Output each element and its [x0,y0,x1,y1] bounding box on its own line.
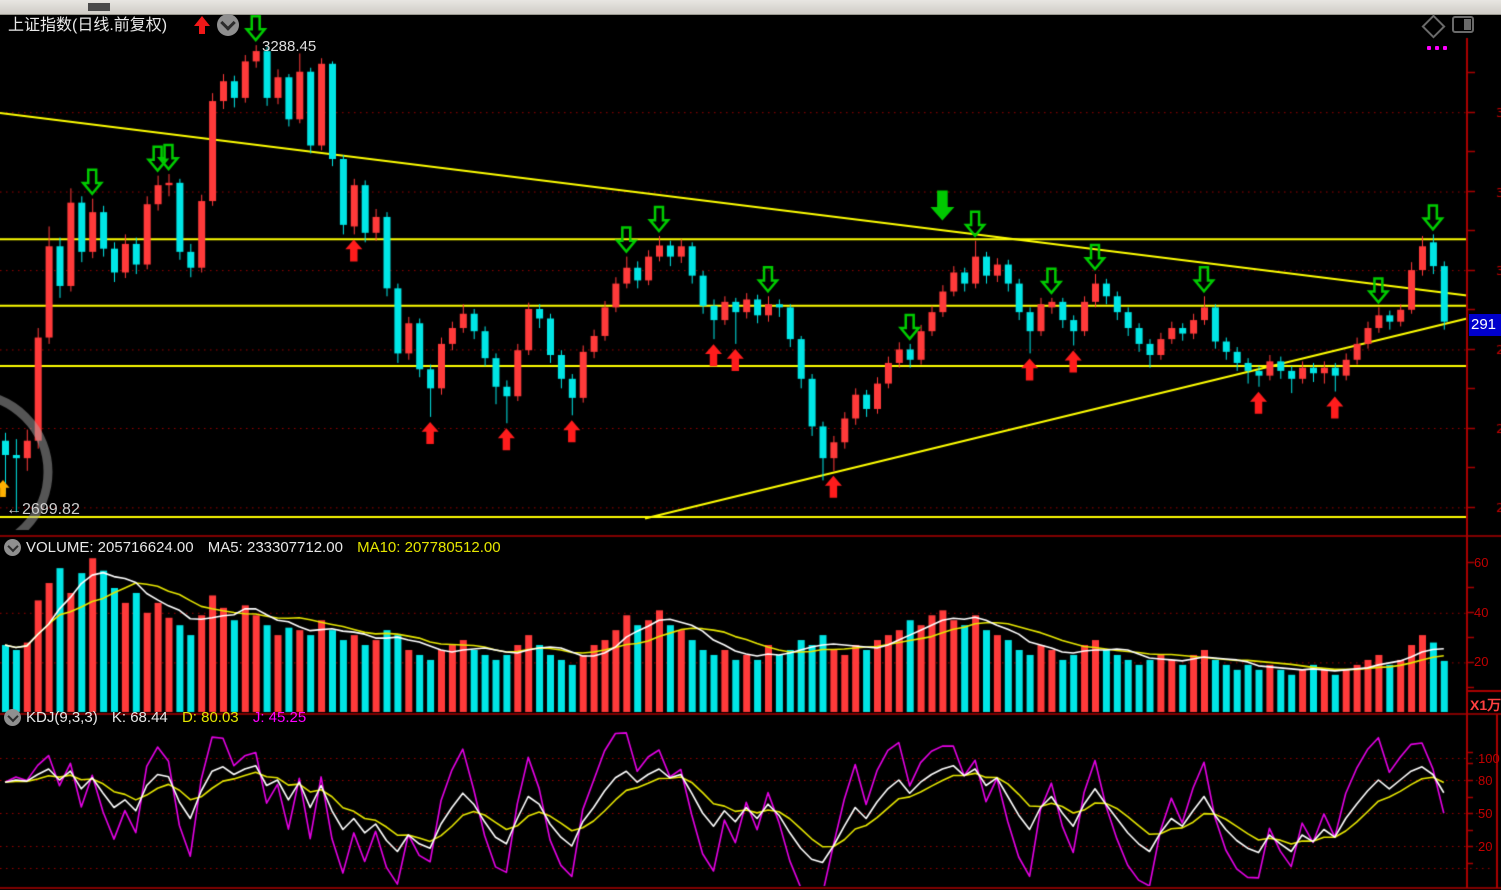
volume-ma10-value: MA10: 207780512.00 [357,539,500,556]
last-price-badge: 291 [1469,314,1501,336]
peak-price-label: 3288.45 [262,38,316,55]
chart-canvas[interactable] [0,0,1501,890]
kdj-j-value: J: 45.25 [253,709,306,726]
volume-axis-40: 40 [1474,605,1488,620]
volume-ma5-value: MA5: 233307712.00 [208,539,343,556]
kdj-d-value: D: 80.03 [182,709,239,726]
low-price-label: ←2699.82 [6,501,80,519]
split-pane-icon[interactable] [1452,16,1474,33]
collapse-main-chart-button[interactable] [217,14,239,36]
chevron-down-icon [220,15,236,31]
app-window: 上证指数(日线.前复权) 3288.45 ←2699.82 291 VOLUME… [0,0,1501,890]
volume-header: VOLUME: 205716624.00 MA5: 233307712.00 M… [26,538,511,557]
collapse-volume-button[interactable] [4,539,21,556]
kdj-axis-80: 80 [1478,773,1501,788]
volume-unit-label: X1万 [1470,695,1501,715]
kdj-k-value: K: 68.44 [112,709,168,726]
kdj-axis-100: 100 [1478,751,1501,766]
titlebar-notch [88,3,110,11]
kdj-axis-50: 50 [1478,806,1501,821]
drawing-dots-indicator [1427,37,1457,42]
window-titlebar[interactable] [0,0,1501,15]
kdj-header: KDJ(9,3,3) K: 68.44 D: 80.03 J: 45.25 [26,708,316,727]
kdj-axis-20: 20 [1478,839,1501,854]
chevron-down-icon [7,710,18,721]
volume-axis-20: 20 [1474,654,1488,669]
kdj-title: KDJ(9,3,3) [26,709,98,726]
volume-axis-60: 60 [1474,555,1488,570]
instrument-title: 上证指数(日线.前复权) [8,15,167,37]
trend-up-arrow-icon [194,16,210,35]
volume-value: VOLUME: 205716624.00 [26,539,194,556]
chevron-down-icon [7,540,18,551]
collapse-kdj-button[interactable] [4,709,21,726]
